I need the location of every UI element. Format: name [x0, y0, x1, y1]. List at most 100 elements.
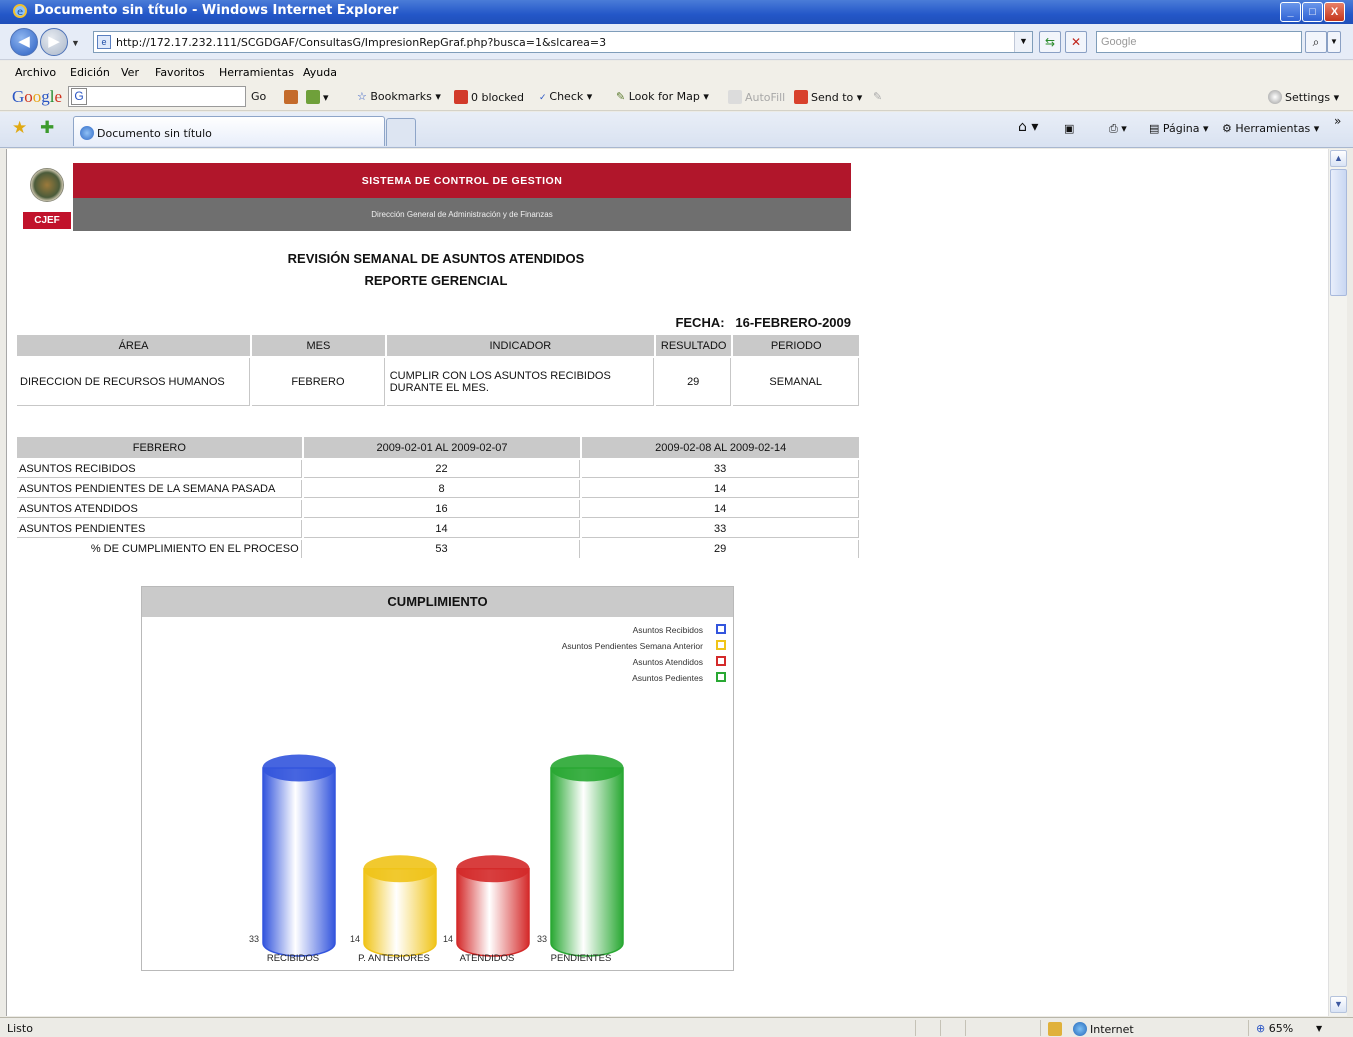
- category-label: PENDIENTES: [551, 953, 612, 964]
- add-favorites-icon[interactable]: ✚: [40, 118, 54, 138]
- status-text: Listo: [7, 1022, 33, 1035]
- row-week-1: 53: [304, 540, 581, 558]
- bar-recibidos: [262, 767, 336, 957]
- table-row: ASUNTOS PENDIENTES DE LA SEMANA PASADA 8…: [17, 480, 859, 498]
- popup-blocker-button[interactable]: 0 blocked: [454, 90, 524, 104]
- tab-label: Documento sin título: [97, 127, 212, 140]
- data-label: 33: [537, 934, 547, 944]
- scroll-thumb[interactable]: [1330, 169, 1347, 296]
- bookmarks-button[interactable]: ☆ Bookmarks ▾: [357, 90, 441, 103]
- cell-periodo: SEMANAL: [733, 358, 859, 406]
- print-icon[interactable]: ⎙ ▾: [1109, 122, 1127, 136]
- address-dropdown-icon[interactable]: ▼: [1014, 32, 1032, 52]
- pagerank-icon[interactable]: [284, 90, 301, 104]
- table-row: ASUNTOS ATENDIDOS 16 14: [17, 500, 859, 518]
- col-area: ÁREA: [17, 335, 251, 356]
- table-row: ASUNTOS PENDIENTES 14 33: [17, 520, 859, 538]
- look-for-map-button[interactable]: ✎ Look for Map ▾: [616, 90, 709, 103]
- menu-ver[interactable]: Ver: [121, 66, 139, 79]
- data-label: 14: [350, 934, 360, 944]
- tools-menu-button[interactable]: ⚙ Herramientas ▾: [1222, 122, 1319, 135]
- wrench-icon: [1268, 90, 1282, 104]
- zone-indicator[interactable]: Internet: [1073, 1022, 1134, 1036]
- home-icon[interactable]: ⌂ ▾: [1018, 119, 1038, 135]
- menu-ayuda[interactable]: Ayuda: [303, 66, 337, 79]
- history-dropdown-icon[interactable]: ▼: [71, 38, 80, 48]
- search-icon[interactable]: ⌕: [1305, 31, 1327, 53]
- col-periodo: PERIODO: [733, 335, 859, 356]
- chevron-more-icon[interactable]: »: [1334, 114, 1341, 128]
- bar-pendientes: [550, 767, 624, 957]
- status-bar: Listo Internet ⊕ 65% ▼: [0, 1017, 1353, 1037]
- legend-swatch: [716, 624, 726, 634]
- cell-indicador: CUMPLIR CON LOS ASUNTOS RECIBIDOS DURANT…: [386, 358, 655, 406]
- menu-herramientas[interactable]: Herramientas: [219, 66, 294, 79]
- pencil-icon[interactable]: ✎: [873, 90, 882, 103]
- search-options-icon[interactable]: ▼: [1327, 31, 1341, 53]
- favorites-star-icon[interactable]: ★: [12, 118, 27, 138]
- col-week-2: 2009-02-08 AL 2009-02-14: [582, 437, 859, 458]
- close-button[interactable]: X: [1324, 2, 1345, 22]
- spellcheck-button[interactable]: ✓ Check ▾: [539, 90, 592, 103]
- menu-favoritos[interactable]: Favoritos: [155, 66, 205, 79]
- window-title: Documento sin título - Windows Internet …: [34, 3, 399, 18]
- row-week-2: 14: [582, 500, 859, 518]
- new-tab-button[interactable]: [386, 118, 416, 146]
- system-title: SISTEMA DE CONTROL DE GESTION: [361, 175, 563, 187]
- forward-arrow-icon: ▶: [48, 33, 60, 50]
- gear-icon: ⚙: [1222, 122, 1236, 135]
- google-search-input[interactable]: G: [68, 86, 246, 107]
- menu-archivo[interactable]: Archivo: [15, 66, 56, 79]
- address-url[interactable]: http://172.17.232.111/SCGDGAF/ConsultasG…: [116, 36, 606, 49]
- stop-button[interactable]: ✕: [1065, 31, 1087, 53]
- row-week-1: 14: [303, 520, 581, 538]
- report-title: REVISIÓN SEMANAL DE ASUNTOS ATENDIDOS: [287, 251, 585, 266]
- vertical-scrollbar[interactable]: ▲ ▼: [1328, 149, 1347, 1016]
- send-to-button[interactable]: Send to ▾: [794, 90, 862, 104]
- col-resultado: RESULTADO: [656, 335, 732, 356]
- chart-canvas: Asuntos Recibidos Asuntos Pendientes Sema…: [249, 624, 726, 964]
- row-week-2: 33: [582, 520, 859, 538]
- google-toolbar: Google G Go ▾ ☆ Bookmarks ▾ 0 blocked ✓ …: [0, 83, 1353, 111]
- zoom-button[interactable]: ⊕ 65%: [1256, 1022, 1293, 1035]
- col-febrero: FEBRERO: [17, 437, 302, 458]
- feeds-icon[interactable]: ▣: [1064, 122, 1074, 135]
- refresh-button[interactable]: ⇆: [1039, 31, 1061, 53]
- row-label: % DE CUMPLIMIENTO EN EL PROCESO: [17, 540, 302, 558]
- autofill-button[interactable]: AutoFill: [728, 90, 785, 104]
- col-week-1: 2009-02-01 AL 2009-02-07: [303, 437, 581, 458]
- row-label: ASUNTOS PENDIENTES: [17, 520, 302, 538]
- back-button[interactable]: ◀: [10, 28, 38, 56]
- table-row: % DE CUMPLIMIENTO EN EL PROCESO 53 29: [17, 540, 859, 558]
- go-button[interactable]: Go: [251, 90, 266, 103]
- row-week-1: 8: [303, 480, 581, 498]
- scroll-down-icon[interactable]: ▼: [1330, 996, 1347, 1013]
- legend-swatch: [716, 672, 726, 682]
- report-date: FECHA: 16-FEBRERO-2009: [607, 315, 851, 330]
- forward-button[interactable]: ▶: [40, 28, 68, 56]
- bar-top: [456, 855, 530, 883]
- zoom-dropdown-icon[interactable]: ▼: [1316, 1024, 1322, 1033]
- scroll-up-icon[interactable]: ▲: [1330, 150, 1347, 167]
- globe-icon: [1073, 1022, 1087, 1036]
- menu-edicion[interactable]: Edición: [70, 66, 110, 79]
- status-divider: [940, 1020, 941, 1036]
- header-banner: CJEF SISTEMA DE CONTROL DE GESTION Direc…: [21, 163, 851, 231]
- tab-documento[interactable]: Documento sin título: [73, 116, 385, 146]
- menu-bar: Archivo Edición Ver Favoritos Herramient…: [0, 61, 1353, 83]
- address-field[interactable]: e http://172.17.232.111/SCGDGAF/Consulta…: [93, 31, 1033, 53]
- weekly-table: FEBRERO 2009-02-01 AL 2009-02-07 2009-02…: [15, 435, 861, 560]
- search-input[interactable]: Google: [1096, 31, 1302, 53]
- system-subtitle: Dirección General de Administración y de…: [371, 210, 553, 219]
- summary-table: ÁREA MES INDICADOR RESULTADO PERIODO DIR…: [15, 333, 861, 408]
- popup-icon[interactable]: ▾: [306, 90, 329, 104]
- protected-mode-icon[interactable]: [1048, 1022, 1065, 1036]
- google-g-icon[interactable]: G: [71, 88, 87, 105]
- status-divider: [1248, 1020, 1249, 1036]
- page-menu-button[interactable]: ▤ Página ▾: [1149, 122, 1209, 135]
- google-logo: Google: [12, 87, 63, 106]
- legend-label: Asuntos Atendidos: [633, 657, 703, 667]
- minimize-button[interactable]: _: [1280, 2, 1301, 22]
- settings-button[interactable]: Settings ▾: [1268, 90, 1339, 104]
- maximize-button[interactable]: □: [1302, 2, 1323, 22]
